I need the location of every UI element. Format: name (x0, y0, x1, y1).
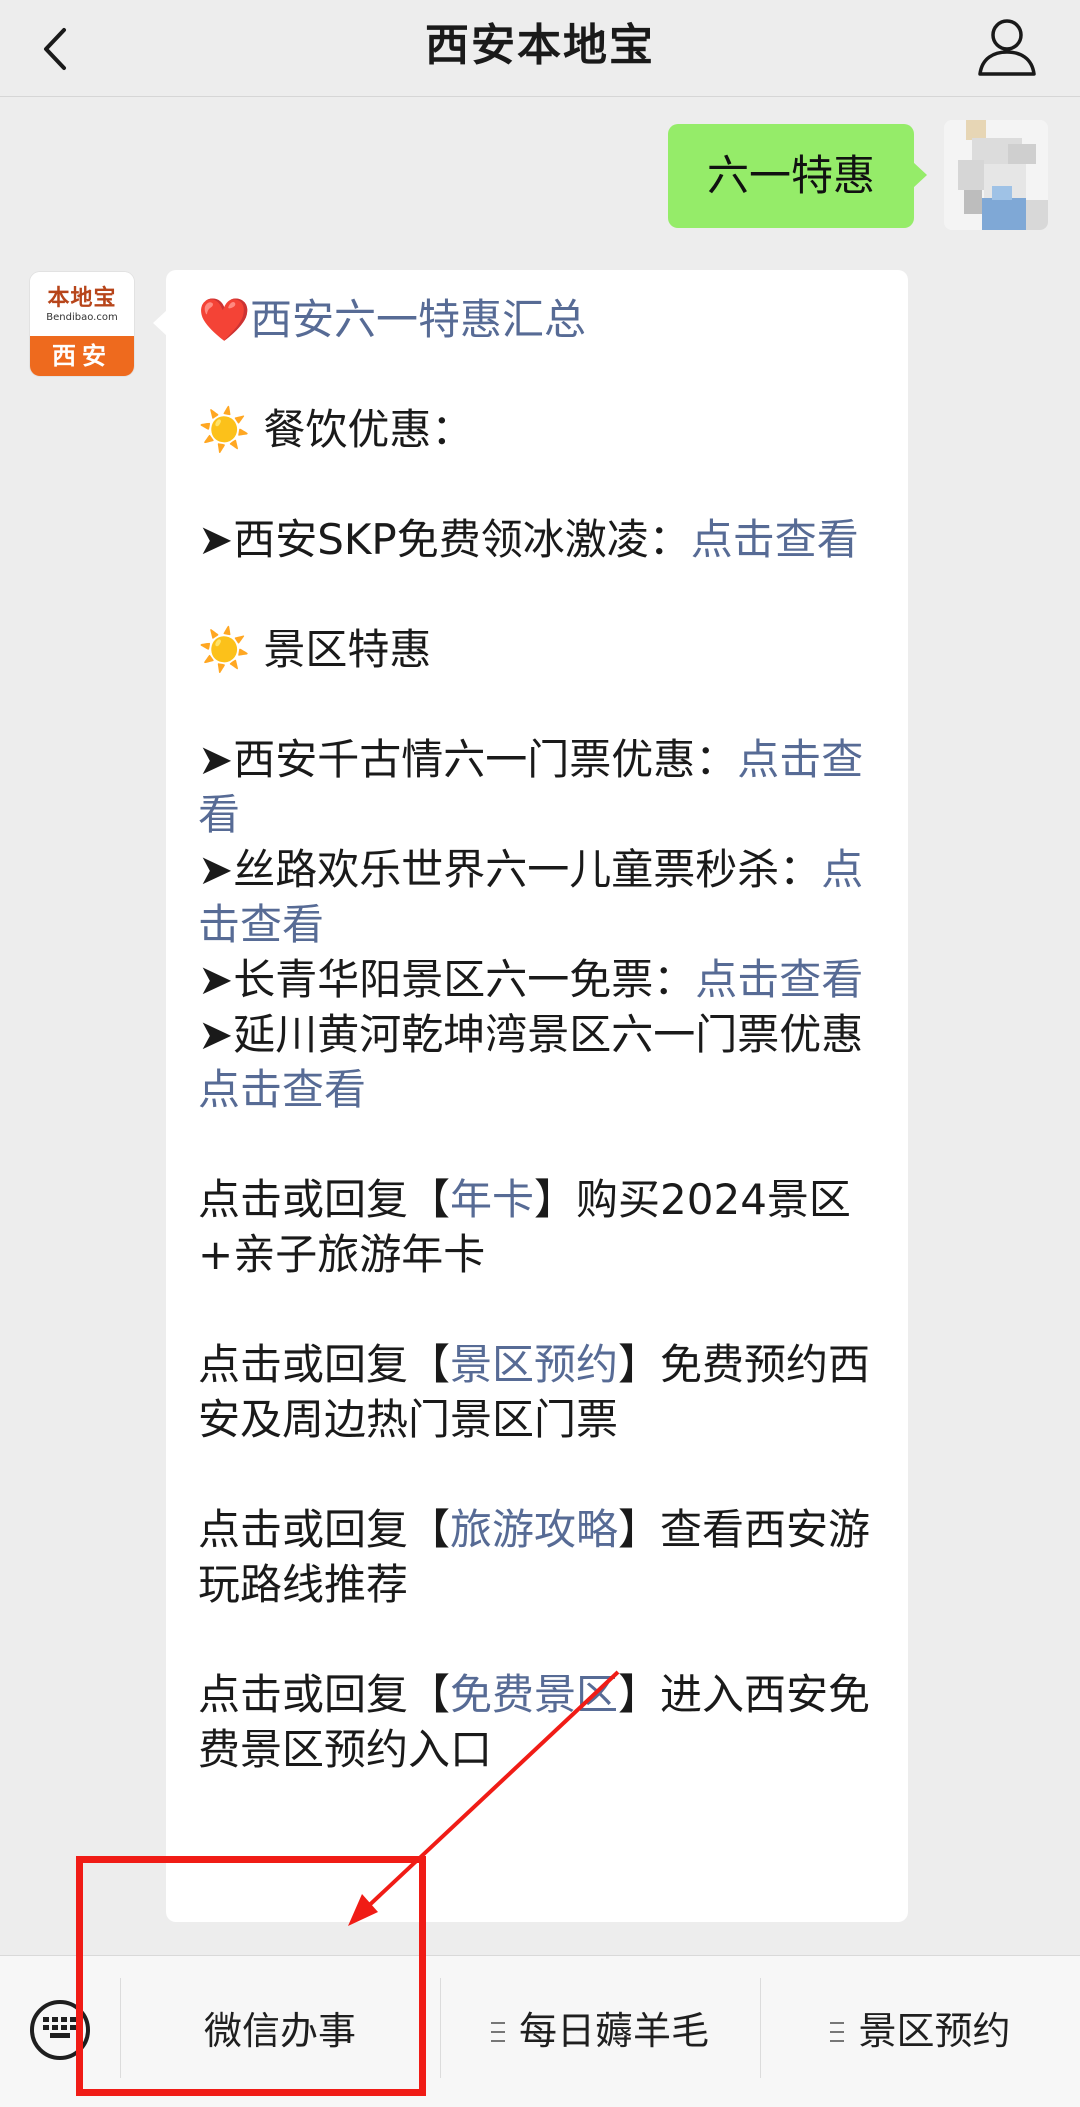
chat-screen: 西安本地宝 六一特惠 本地宝 Bendibao.com 西安 ❤️西安六一特惠汇… (0, 0, 1080, 2107)
annotation-arrow-icon (348, 1670, 620, 1926)
